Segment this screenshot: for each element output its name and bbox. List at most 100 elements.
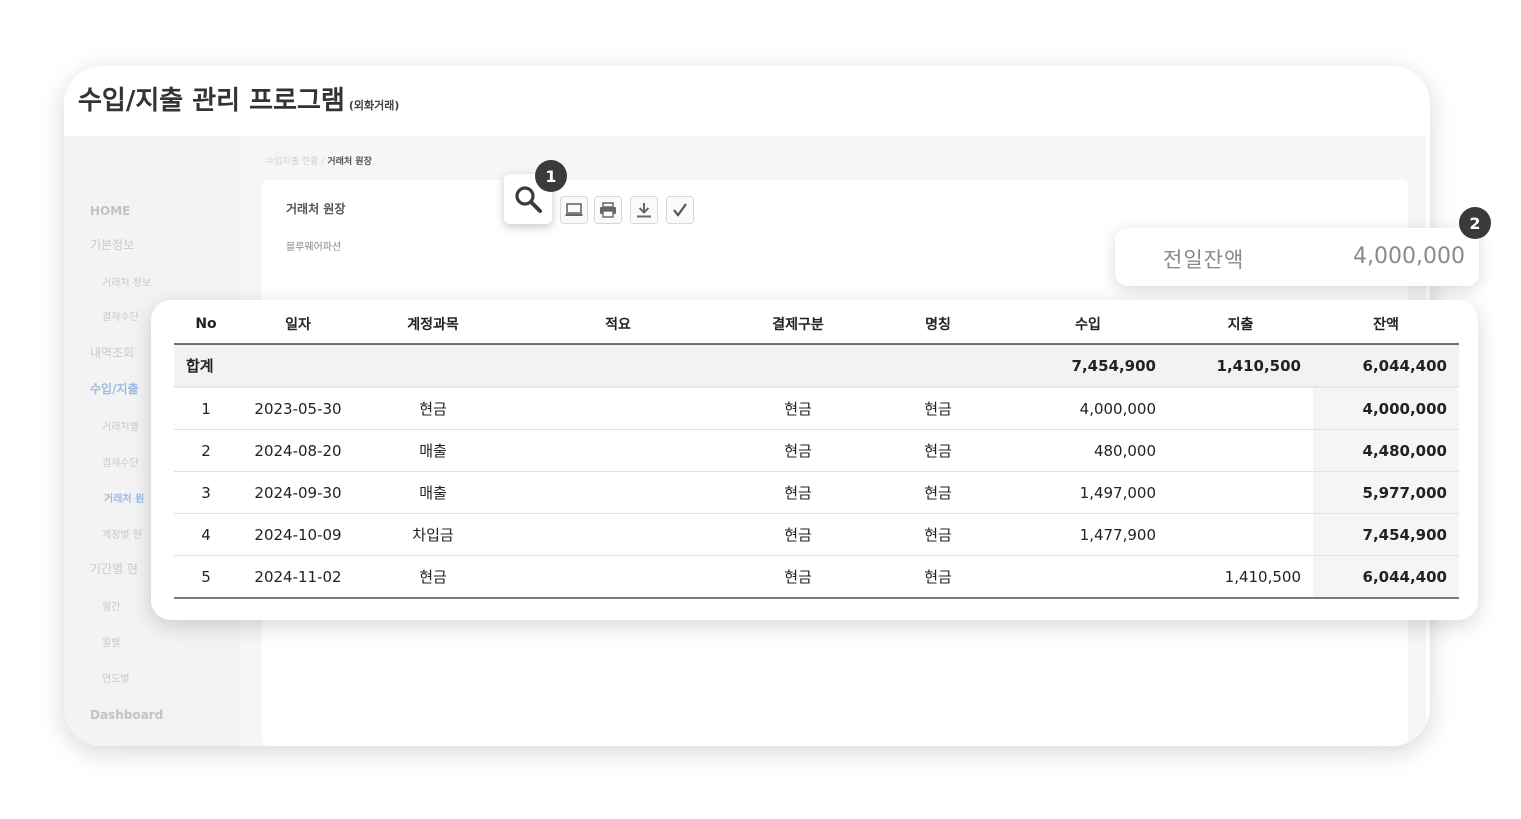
app-title-text: 수입/지출 관리 프로그램 xyxy=(78,86,345,116)
sidebar-item-by-payment[interactable]: 결제수단 xyxy=(102,454,139,469)
cell-payment-type: 현금 xyxy=(728,471,868,514)
cell-no: 2 xyxy=(174,429,238,472)
sidebar-item-dashboard[interactable]: Dashboard xyxy=(90,708,163,722)
cell-account: 현금 xyxy=(358,387,508,430)
cell-income: 1,477,900 xyxy=(1008,513,1168,556)
column-header-no[interactable]: No xyxy=(174,304,238,345)
cell-payment-type: 현금 xyxy=(728,513,868,556)
cell-name: 현금 xyxy=(868,387,1008,430)
previous-balance-label: 전일잔액 xyxy=(1163,248,1245,272)
cell-income: 480,000 xyxy=(1008,429,1168,472)
breadcrumb-current: 거래처 원장 xyxy=(327,157,372,167)
sidebar-item-payment-method[interactable]: 결제수단 xyxy=(102,308,139,323)
cell-payment-type: 현금 xyxy=(728,387,868,430)
cell-expense xyxy=(1168,429,1313,472)
column-header-account[interactable]: 계정과목 xyxy=(358,304,508,345)
total-empty-cell xyxy=(238,344,358,388)
cell-income xyxy=(1008,555,1168,599)
cell-no: 3 xyxy=(174,471,238,514)
column-header-memo[interactable]: 적요 xyxy=(508,304,728,345)
cell-name: 현금 xyxy=(868,513,1008,556)
sidebar-item-by-month[interactable]: 월별 xyxy=(102,634,120,649)
print-button[interactable] xyxy=(594,196,622,224)
sidebar-item-client-ledger[interactable]: 거래처 원 xyxy=(104,490,144,505)
total-balance: 6,044,400 xyxy=(1313,344,1459,388)
cell-name: 현금 xyxy=(868,429,1008,472)
cell-date: 2024-11-02 xyxy=(238,555,358,599)
download-icon xyxy=(637,203,651,218)
total-empty-cell xyxy=(508,344,728,388)
table-row[interactable]: 4 2024-10-09 차입금 현금 현금 1,477,900 7,454,9… xyxy=(174,513,1459,556)
cell-account: 매출 xyxy=(358,471,508,514)
app-subtitle: (외화거래) xyxy=(348,99,400,112)
table-row[interactable]: 3 2024-09-30 매출 현금 현금 1,497,000 5,977,00… xyxy=(174,471,1459,514)
confirm-button[interactable] xyxy=(666,196,694,224)
sidebar-item-monthly[interactable]: 월간 xyxy=(102,598,120,613)
total-income: 7,454,900 xyxy=(1008,344,1168,388)
cell-payment-type: 현금 xyxy=(728,429,868,472)
check-icon xyxy=(673,203,687,217)
total-empty-cell xyxy=(358,344,508,388)
sidebar-item-client-info[interactable]: 거래처 정보 xyxy=(102,274,151,289)
cell-date: 2024-09-30 xyxy=(238,471,358,514)
cell-balance: 5,977,000 xyxy=(1313,471,1459,514)
total-row: 합계 7,454,900 1,410,500 6,044,400 xyxy=(174,344,1459,388)
sidebar-item-home[interactable]: HOME xyxy=(90,204,130,218)
cell-account: 현금 xyxy=(358,555,508,599)
total-empty-cell xyxy=(728,344,868,388)
breadcrumb-parent[interactable]: 수입지출 현황 / xyxy=(266,157,324,167)
column-header-balance[interactable]: 잔액 xyxy=(1313,304,1459,345)
column-header-date[interactable]: 일자 xyxy=(238,304,358,345)
sidebar-item-by-account[interactable]: 계정별 현 xyxy=(102,526,142,541)
previous-balance-card: 전일잔액 4,000,000 xyxy=(1115,228,1479,286)
monitor-icon xyxy=(565,203,583,216)
column-header-payment-type[interactable]: 결제구분 xyxy=(728,304,868,345)
total-empty-cell xyxy=(868,344,1008,388)
cell-memo xyxy=(508,513,728,556)
sidebar-item-by-period[interactable]: 기간별 현 xyxy=(90,560,138,577)
cell-name: 현금 xyxy=(868,555,1008,599)
sidebar-item-history[interactable]: 내역조회 xyxy=(90,344,134,361)
cell-income: 4,000,000 xyxy=(1008,387,1168,430)
cell-memo xyxy=(508,429,728,472)
cell-balance: 6,044,400 xyxy=(1313,555,1459,599)
cell-balance: 4,000,000 xyxy=(1313,387,1459,430)
cell-income: 1,497,000 xyxy=(1008,471,1168,514)
table-row[interactable]: 2 2024-08-20 매출 현금 현금 480,000 4,480,000 xyxy=(174,429,1459,472)
cell-date: 2024-08-20 xyxy=(238,429,358,472)
total-expense: 1,410,500 xyxy=(1168,344,1313,388)
cell-name: 현금 xyxy=(868,471,1008,514)
previous-balance-value: 4,000,000 xyxy=(1353,244,1465,269)
cell-account: 매출 xyxy=(358,429,508,472)
cell-expense xyxy=(1168,471,1313,514)
table-row[interactable]: 5 2024-11-02 현금 현금 현금 1,410,500 6,044,40… xyxy=(174,555,1459,599)
column-header-income[interactable]: 수입 xyxy=(1008,304,1168,345)
cell-memo xyxy=(508,471,728,514)
cell-no: 1 xyxy=(174,387,238,430)
table-row[interactable]: 1 2023-05-30 현금 현금 현금 4,000,000 4,000,00… xyxy=(174,387,1459,430)
cell-date: 2024-10-09 xyxy=(238,513,358,556)
screen-view-button[interactable] xyxy=(560,196,588,224)
cell-no: 4 xyxy=(174,513,238,556)
sidebar-item-basic-info[interactable]: 기본정보 xyxy=(90,236,134,253)
cell-payment-type: 현금 xyxy=(728,555,868,599)
column-header-name[interactable]: 명칭 xyxy=(868,304,1008,345)
breadcrumb: 수입지출 현황 / 거래처 원장 xyxy=(266,154,372,167)
total-label: 합계 xyxy=(174,344,238,388)
cell-date: 2023-05-30 xyxy=(238,387,358,430)
cell-balance: 4,480,000 xyxy=(1313,429,1459,472)
cell-account: 차입금 xyxy=(358,513,508,556)
ledger-table: No 일자 계정과목 적요 결제구분 명칭 수입 지출 잔액 합계 7,454,… xyxy=(174,304,1459,599)
download-button[interactable] xyxy=(630,196,658,224)
search-icon xyxy=(515,186,542,213)
sidebar-item-by-year[interactable]: 연도별 xyxy=(102,670,130,685)
callout-badge-2: 2 xyxy=(1459,207,1491,239)
sidebar-item-by-client[interactable]: 거래처별 xyxy=(102,418,139,433)
cell-memo xyxy=(508,387,728,430)
app-title: 수입/지출 관리 프로그램 (외화거래) xyxy=(78,80,399,117)
print-icon xyxy=(600,202,616,218)
cell-expense: 1,410,500 xyxy=(1168,555,1313,599)
column-header-expense[interactable]: 지출 xyxy=(1168,304,1313,345)
page-title: 거래처 원장 xyxy=(286,202,346,216)
sidebar-item-income-expense[interactable]: 수입/지출 xyxy=(90,380,139,397)
